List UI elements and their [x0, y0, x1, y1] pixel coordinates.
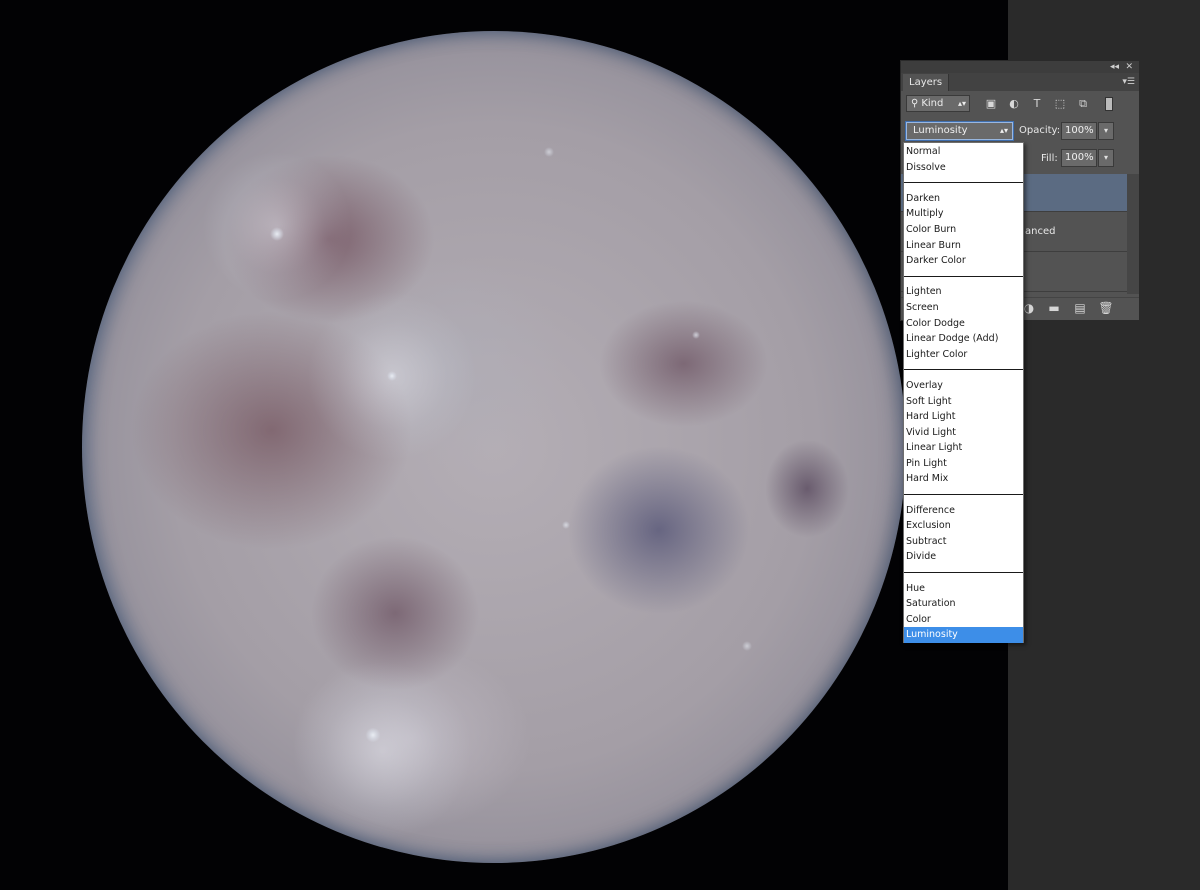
document-canvas[interactable] [0, 0, 1008, 890]
panel-tab-bar: Layers ▾☰ [901, 73, 1139, 91]
collapse-panel-icon[interactable]: ◂◂ [1110, 61, 1119, 73]
layer-list-scrollbar[interactable] [1127, 174, 1139, 294]
blend-mode-option[interactable]: Darker Color [904, 253, 1023, 269]
adjustment-filter-icon[interactable]: ◐ [1007, 97, 1021, 111]
menu-separator [904, 269, 1023, 285]
smart-object-filter-icon[interactable]: ⧉ [1076, 97, 1090, 111]
kind-label: Kind [921, 98, 944, 109]
trash-icon[interactable]: 🗑 [1098, 300, 1114, 316]
search-icon: ⚲ [911, 98, 919, 109]
blend-mode-option[interactable]: Color Dodge [904, 316, 1023, 332]
blend-mode-row: Luminosity ▴▾ Opacity: 100% ▾ [901, 121, 1139, 143]
close-icon[interactable]: ✕ [1125, 61, 1133, 73]
blend-mode-option[interactable]: Luminosity [904, 627, 1023, 643]
layer-filter-row: ⚲ Kind ▴▾ ▣ ◐ T ⬚ ⧉ [901, 92, 1139, 116]
blend-mode-option[interactable]: Vivid Light [904, 425, 1023, 441]
blend-mode-select[interactable]: Luminosity ▴▾ [906, 122, 1013, 140]
blend-mode-option[interactable]: Saturation [904, 596, 1023, 612]
blend-mode-option[interactable]: Hard Mix [904, 471, 1023, 487]
blend-mode-option[interactable]: Exclusion [904, 518, 1023, 534]
menu-separator [904, 565, 1023, 581]
opacity-input[interactable]: 100% [1061, 122, 1097, 140]
blend-mode-option[interactable]: Soft Light [904, 394, 1023, 410]
blend-mode-option[interactable]: Screen [904, 300, 1023, 316]
blend-mode-option[interactable]: Hue [904, 581, 1023, 597]
blend-mode-option[interactable]: Hard Light [904, 409, 1023, 425]
blend-mode-option[interactable]: Multiply [904, 206, 1023, 222]
blend-mode-option[interactable]: Subtract [904, 534, 1023, 550]
group-folder-icon[interactable]: ▬ [1046, 300, 1062, 316]
select-arrows-icon: ▴▾ [957, 99, 966, 108]
blend-mode-option[interactable]: Lighten [904, 284, 1023, 300]
shape-filter-icon[interactable]: ⬚ [1053, 97, 1067, 111]
blend-mode-option[interactable]: Color [904, 612, 1023, 628]
blend-mode-option[interactable]: Darken [904, 191, 1023, 207]
blend-mode-option[interactable]: Linear Dodge (Add) [904, 331, 1023, 347]
filter-kind-select[interactable]: ⚲ Kind ▴▾ [906, 95, 970, 112]
type-filter-icon[interactable]: T [1030, 97, 1044, 111]
blend-mode-option[interactable]: Dissolve [904, 160, 1023, 176]
blend-mode-value: Luminosity [913, 125, 968, 136]
moon-photo [82, 31, 906, 863]
image-filter-icon[interactable]: ▣ [984, 97, 998, 111]
new-layer-icon[interactable]: ▤ [1072, 300, 1088, 316]
blend-mode-option[interactable]: Divide [904, 549, 1023, 565]
panel-header-strip: ◂◂ ✕ [901, 61, 1139, 73]
blend-mode-option[interactable]: Normal [904, 144, 1023, 160]
blend-mode-option[interactable]: Difference [904, 503, 1023, 519]
menu-separator [904, 487, 1023, 503]
blend-mode-menu: Normal Dissolve Darken Multiply Color Burn Li… [903, 142, 1024, 643]
opacity-label: Opacity: [1019, 125, 1061, 136]
opacity-slider-button[interactable]: ▾ [1098, 122, 1114, 140]
layer-name: anced [1025, 226, 1056, 237]
blend-mode-option[interactable]: Lighter Color [904, 347, 1023, 363]
fill-slider-button[interactable]: ▾ [1098, 149, 1114, 167]
blend-mode-option[interactable]: Pin Light [904, 456, 1023, 472]
blend-mode-option[interactable]: Linear Burn [904, 238, 1023, 254]
select-arrows-icon: ▴▾ [999, 126, 1008, 135]
blend-mode-option[interactable]: Overlay [904, 378, 1023, 394]
fill-label: Fill: [1041, 153, 1058, 164]
blend-mode-option[interactable]: Color Burn [904, 222, 1023, 238]
tab-layers[interactable]: Layers [903, 74, 950, 91]
panel-menu-icon[interactable]: ▾☰ [1122, 75, 1135, 89]
filter-toggle-switch[interactable] [1105, 97, 1113, 111]
menu-separator [904, 362, 1023, 378]
blend-mode-option[interactable]: Linear Light [904, 440, 1023, 456]
menu-separator [904, 175, 1023, 191]
fill-input[interactable]: 100% [1061, 149, 1097, 167]
